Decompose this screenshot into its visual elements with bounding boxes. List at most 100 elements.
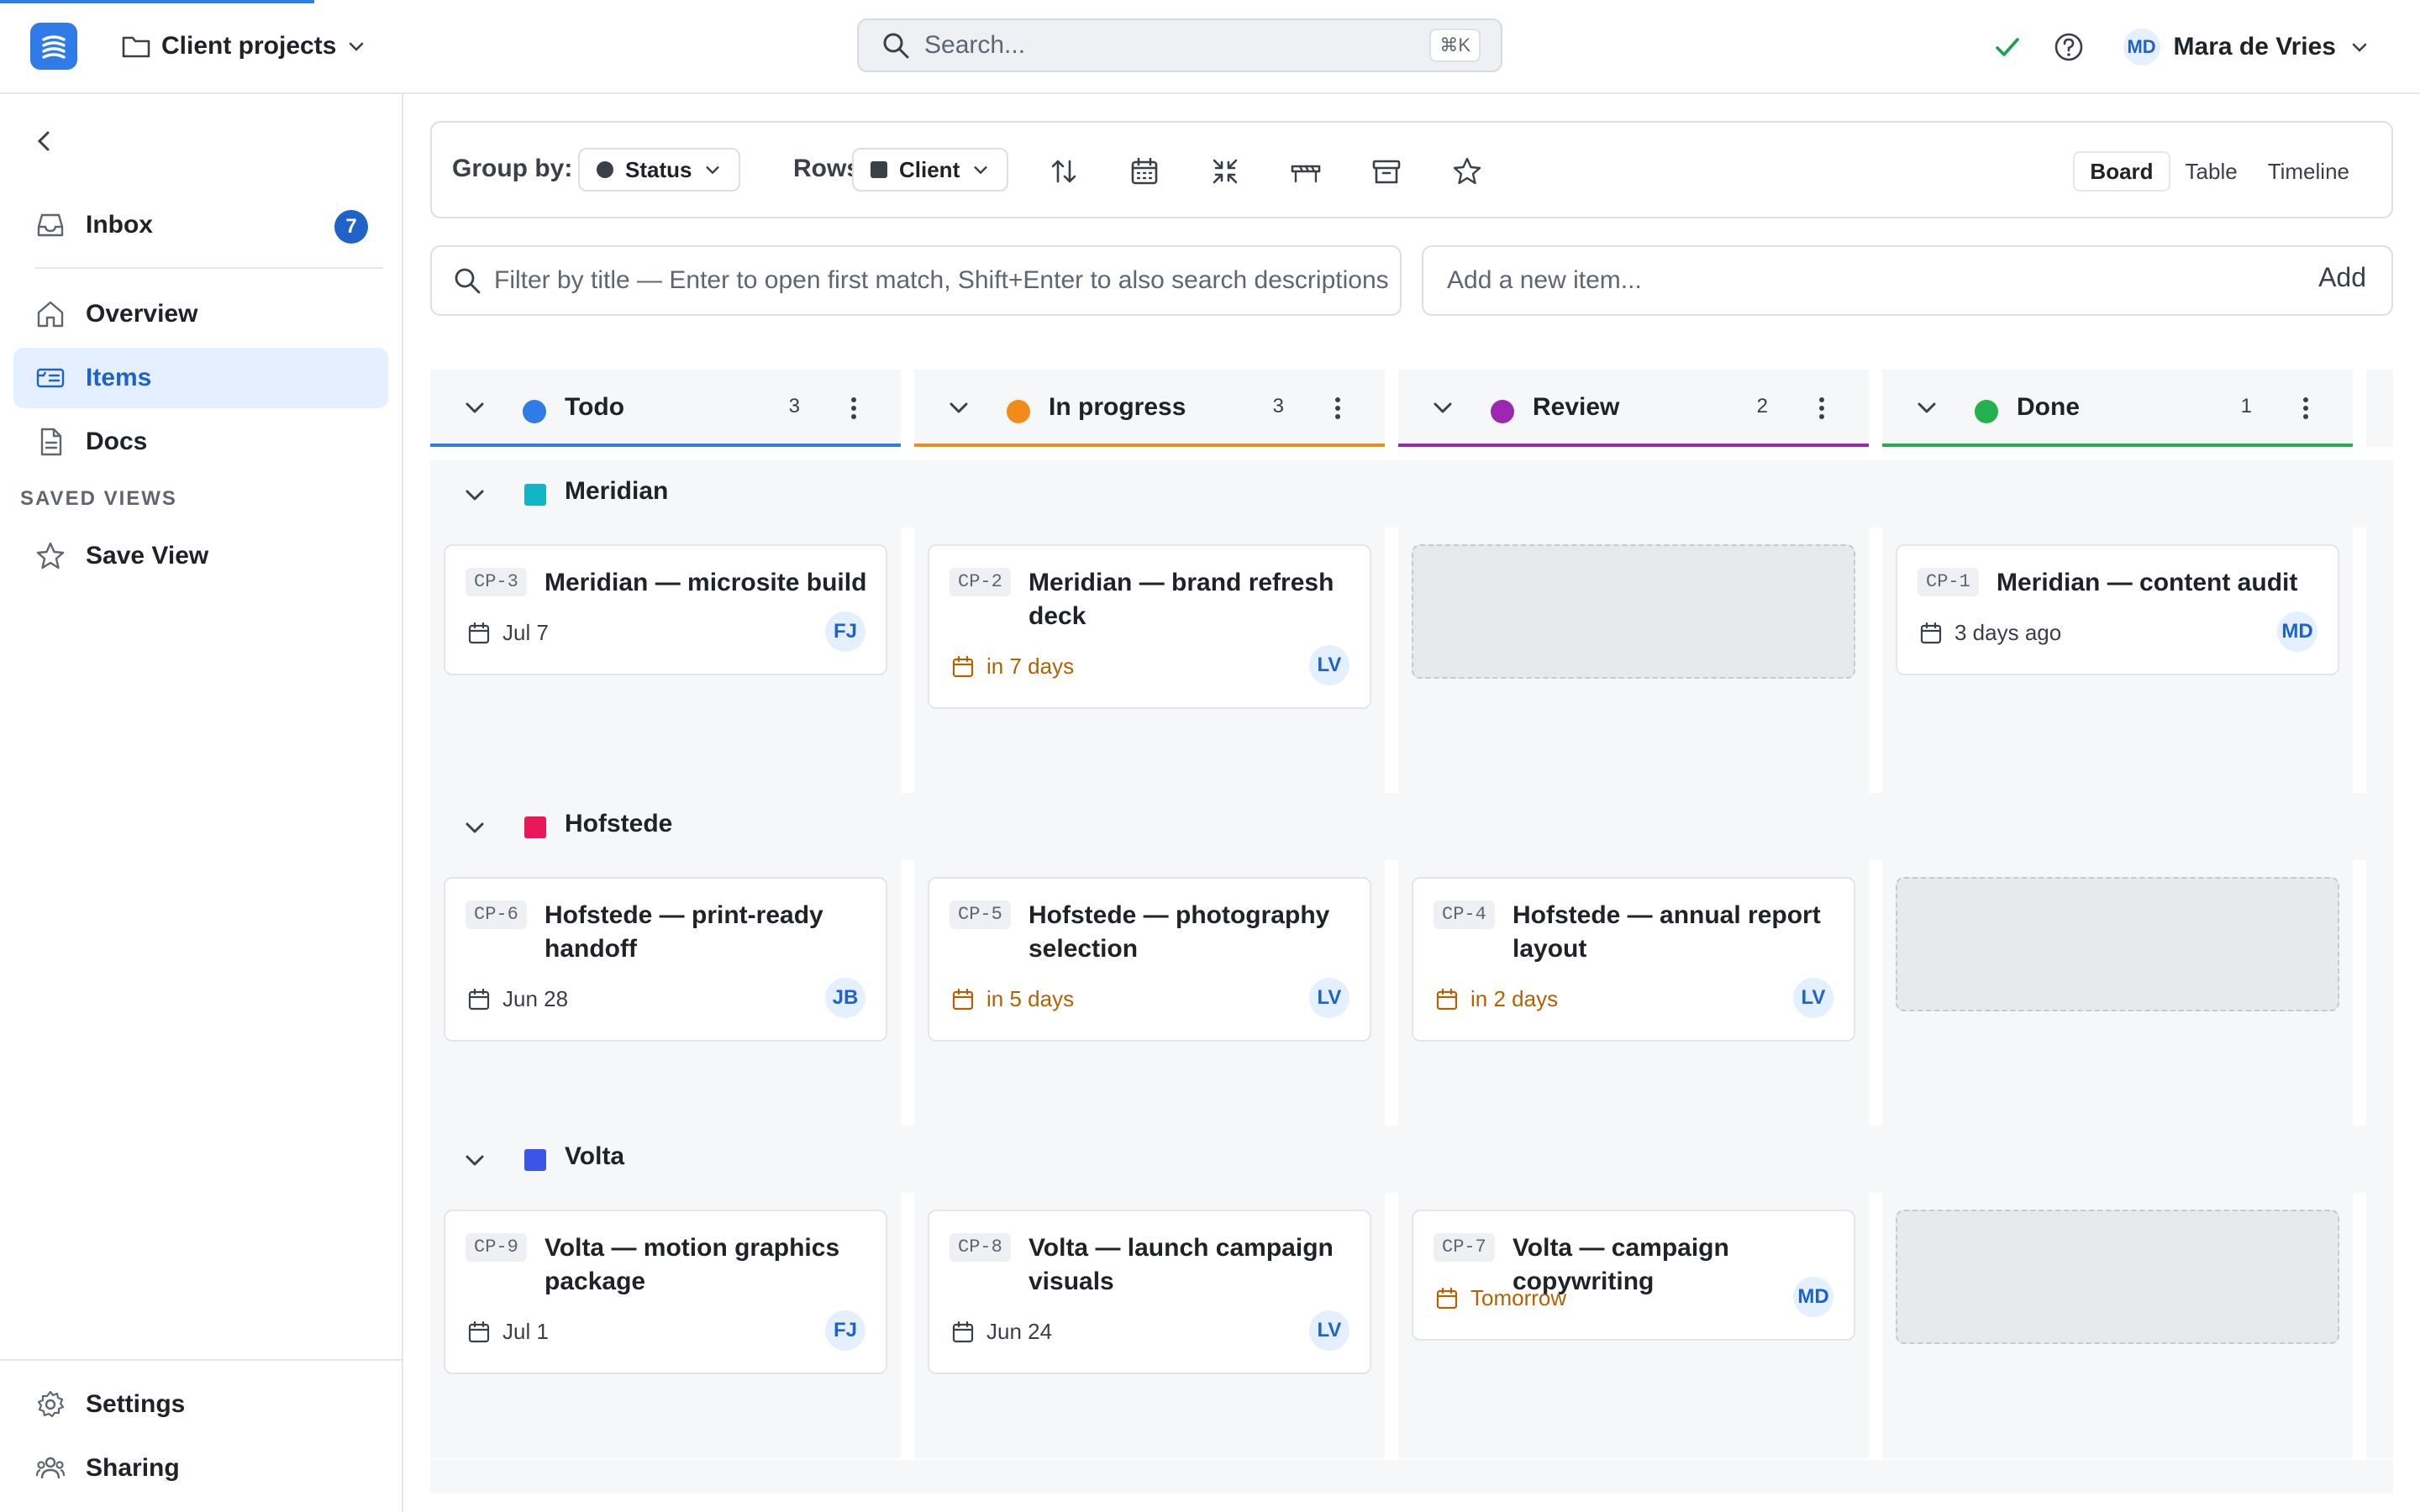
assignee-avatar[interactable]: MD (1793, 1277, 1833, 1317)
client-color-swatch (524, 1149, 546, 1171)
column-overflow-edge (2366, 793, 2393, 1126)
column-gap (1385, 1193, 1398, 1458)
item-key: CP-2 (950, 568, 1011, 596)
chevron-down-icon (1918, 402, 1936, 413)
item-card[interactable]: CP-5 Hofstede — photography selection in 5… (928, 877, 1371, 1042)
sidebar-item-settings[interactable]: Settings (13, 1374, 388, 1435)
favorite-view-button[interactable] (1449, 153, 1486, 190)
column-menu-button[interactable] (1818, 395, 1825, 422)
global-search-input[interactable]: Search... ⌘K (857, 18, 1502, 72)
group-row-hofstede: Hofstede CP-6 Hofstede — print-ready hando… (430, 793, 2393, 1126)
assignee-avatar[interactable]: JB (825, 978, 865, 1018)
empty-drop-zone[interactable] (1896, 1210, 2339, 1344)
chevron-down-icon (466, 822, 484, 833)
calendar-icon (952, 1320, 974, 1342)
search-icon (455, 268, 481, 294)
column-title: Review (1533, 393, 1620, 421)
sort-button[interactable] (1045, 153, 1082, 190)
rows-select[interactable]: Client (852, 148, 1009, 192)
new-item-input[interactable]: Add a new item... Add (1422, 245, 2393, 316)
date-filter-button[interactable] (1126, 153, 1163, 190)
kebab-menu-icon (1819, 397, 1824, 419)
board-toolbar: Group by: Status Rows: Client Board Tabl… (430, 121, 2393, 218)
archive-icon (1372, 160, 1401, 184)
collapse-group-button[interactable] (462, 1147, 487, 1173)
status-dot-icon (1491, 400, 1514, 423)
help-icon[interactable] (2053, 31, 2085, 63)
collapse-column-button[interactable] (1914, 395, 1939, 420)
sidebar: Inbox 7 Overview Items Docs SAVED VIEWS … (0, 94, 403, 1512)
sidebar-item-label: Docs (86, 428, 148, 455)
add-item-button[interactable]: Add (2318, 262, 2366, 293)
item-card[interactable]: CP-4 Hofstede — annual report layout in 2 … (1412, 877, 1855, 1042)
sidebar-item-overview[interactable]: Overview (13, 284, 388, 344)
item-due-date: in 5 days (951, 986, 1074, 1012)
sidebar-item-docs[interactable]: Docs (13, 412, 388, 472)
tab-table[interactable]: Table (2170, 151, 2253, 192)
sidebar-item-inbox[interactable]: Inbox 7 (13, 195, 388, 255)
table-toggle-button[interactable] (1287, 153, 1324, 190)
collapse-group-button[interactable] (462, 815, 487, 840)
column-count: 3 (788, 395, 800, 417)
item-card[interactable]: CP-1 Meridian — content audit 3 days ago MD (1896, 544, 2339, 675)
sidebar-item-save-view[interactable]: Save View (13, 526, 388, 586)
empty-drop-zone[interactable] (1412, 544, 1855, 679)
column-title: Done (2017, 393, 2080, 421)
assignee-avatar[interactable]: LV (1309, 645, 1349, 685)
tab-timeline[interactable]: Timeline (2253, 151, 2365, 192)
column-menu-button[interactable] (1334, 395, 1341, 422)
group-row-volta: Volta CP-9 Volta — motion graphics package… (430, 1126, 2393, 1458)
group-header: Volta (430, 1126, 2393, 1193)
assignee-avatar[interactable]: LV (1309, 1310, 1349, 1351)
assignee-avatar[interactable]: LV (1309, 978, 1349, 1018)
item-due-date: in 2 days (1435, 986, 1558, 1012)
collapse-all-button[interactable] (1207, 153, 1244, 190)
client-color-swatch (524, 816, 546, 838)
gear-icon (37, 1390, 65, 1418)
collapse-group-button[interactable] (462, 482, 487, 507)
collapse-column-button[interactable] (1430, 395, 1455, 420)
assignee-avatar[interactable]: FJ (825, 612, 865, 652)
collapse-column-button[interactable] (946, 395, 971, 420)
collapse-sidebar-button[interactable] (30, 124, 57, 158)
sidebar-item-label: Settings (86, 1390, 186, 1418)
user-name[interactable]: Mara de Vries (2174, 33, 2336, 61)
column-menu-button[interactable] (2302, 395, 2309, 422)
chevron-down-icon (466, 490, 484, 501)
filter-input[interactable]: Filter by title — Enter to open first ma… (430, 245, 1402, 316)
tab-board[interactable]: Board (2073, 151, 2170, 192)
empty-drop-zone[interactable] (1896, 877, 2339, 1011)
view-switcher: Board Table Timeline (2070, 148, 2368, 195)
item-card[interactable]: CP-3 Meridian — microsite build Jul 7 FJ (444, 544, 887, 675)
app-logo[interactable] (30, 23, 77, 70)
assignee-avatar[interactable]: LV (1793, 978, 1833, 1018)
sidebar-item-items[interactable]: Items (13, 348, 388, 408)
column-gap (1869, 860, 1882, 1126)
chevron-down-icon[interactable] (2349, 37, 2370, 57)
item-card[interactable]: CP-6 Hofstede — print-ready handoff Jun 28… (444, 877, 887, 1042)
collapse-column-button[interactable] (462, 395, 487, 420)
item-card[interactable]: CP-8 Volta — launch campaign visuals Jun 2… (928, 1210, 1371, 1374)
item-card[interactable]: CP-7 Volta — campaign copywriting Tomorrow… (1412, 1210, 1855, 1341)
project-name: Client projects (161, 32, 337, 60)
filter-placeholder: Filter by title — Enter to open first ma… (494, 266, 1389, 294)
item-card[interactable]: CP-9 Volta — motion graphics package Jul 1… (444, 1210, 887, 1374)
item-due-date: 3 days ago (1919, 620, 2061, 646)
sidebar-item-sharing[interactable]: Sharing (13, 1438, 388, 1499)
due-date-text: in 2 days (1470, 986, 1559, 1011)
item-card[interactable]: CP-2 Meridian — brand refresh deck in 7 da… (928, 544, 1371, 709)
column-title: In progress (1049, 393, 1186, 421)
user-avatar[interactable]: MD (2123, 29, 2160, 66)
project-switcher[interactable]: Client projects (121, 25, 366, 67)
calendar-icon (1436, 1287, 1458, 1309)
item-due-date: Tomorrow (1435, 1285, 1566, 1311)
assignee-avatar[interactable]: FJ (825, 1310, 865, 1351)
inbox-count-badge: 7 (334, 210, 368, 244)
column-menu-button[interactable] (850, 395, 857, 422)
saved-views-heading: SAVED VIEWS (20, 487, 177, 510)
group-by-select[interactable]: Status (578, 148, 741, 192)
chevron-left-icon (37, 131, 50, 151)
assignee-avatar[interactable]: MD (2277, 612, 2317, 652)
archive-button[interactable] (1368, 153, 1405, 190)
search-shortcut-hint: ⌘K (1429, 29, 1481, 62)
